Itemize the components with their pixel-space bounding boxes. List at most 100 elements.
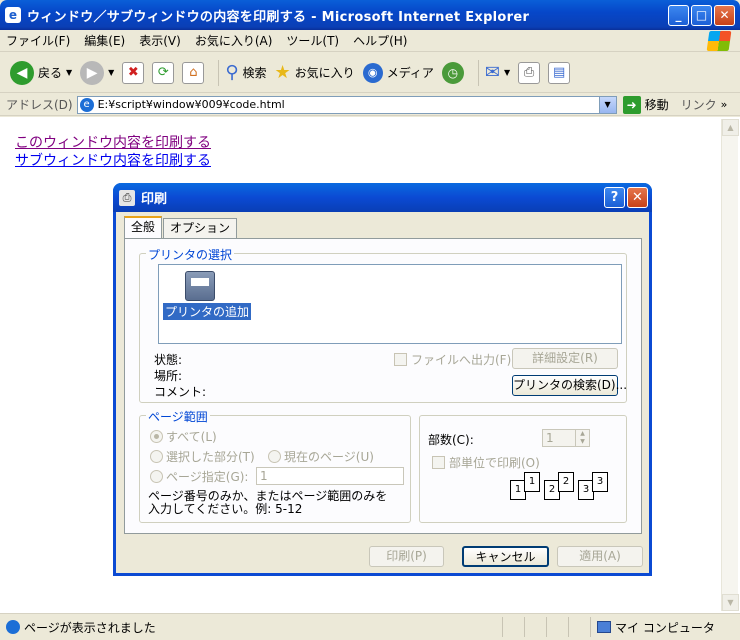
mail-button[interactable]: ✉ ▼ <box>485 62 510 83</box>
printer-select-group: プリンタの選択 プリンタの追加 状態: 場所: コメント: ファイルへ出力(F)… <box>139 246 627 403</box>
printer-select-legend: プリンタの選択 <box>146 246 235 263</box>
stop-button[interactable]: ✖ <box>122 61 145 84</box>
back-button[interactable]: ◀ 戻る ▼ <box>10 60 72 85</box>
search-icon: ⚲ <box>225 62 239 83</box>
tab-general[interactable]: 全般 <box>124 216 163 238</box>
menu-file[interactable]: ファイル(F) <box>6 32 70 49</box>
copies-label: 部数(C): <box>428 433 474 447</box>
find-printer-button[interactable]: プリンタの検索(D)... <box>512 375 627 396</box>
refresh-icon: ⟳ <box>152 61 175 84</box>
checkbox-box[interactable] <box>432 456 445 469</box>
spinner-arrows-icon[interactable]: ▲ ▼ <box>575 430 589 446</box>
radio-button[interactable] <box>268 450 281 463</box>
copies-group: 部数(C): 1 ▲ ▼ 部単位で印刷(O) 1 1 2 2 3 3 <box>419 415 627 523</box>
dialog-title-bar[interactable]: ⎙ 印刷 ? ✕ <box>113 183 652 212</box>
print-dialog-print-button[interactable]: 印刷(P) <box>369 546 444 567</box>
collate-checkbox[interactable]: 部単位で印刷(O) <box>432 454 540 471</box>
windows-logo-icon <box>706 31 732 51</box>
print-subwindow-link[interactable]: サブウィンドウ内容を印刷する <box>15 150 211 170</box>
range-all-radio[interactable]: すべて(L) <box>150 428 217 445</box>
radio-button[interactable] <box>150 450 163 463</box>
home-icon: ⌂ <box>182 61 205 84</box>
tab-panel-general: プリンタの選択 プリンタの追加 状態: 場所: コメント: ファイルへ出力(F)… <box>124 238 642 534</box>
preferences-button[interactable]: 詳細設定(R) <box>512 348 618 369</box>
printer-icon: ⎙ <box>119 189 135 206</box>
menu-view[interactable]: 表示(V) <box>139 32 181 49</box>
address-input[interactable]: e E:¥script¥window¥009¥code.html ▼ <box>76 95 617 114</box>
copies-value[interactable]: 1 <box>546 431 554 445</box>
print-dialog: ⎙ 印刷 ? ✕ 全般 オプション プリンタの選択 プリンタの追加 状態: 場所… <box>113 183 652 576</box>
copies-spinner[interactable]: 1 ▲ ▼ <box>542 429 590 447</box>
range-all-label: すべて(L) <box>166 430 217 444</box>
range-pages-label: ページ指定(G): <box>166 470 249 484</box>
add-printer-item[interactable]: プリンタの追加 <box>163 271 252 320</box>
vertical-scrollbar[interactable]: ▲ ▼ <box>721 119 739 611</box>
printer-icon: ⎙ <box>518 61 541 84</box>
status-cell <box>546 617 568 637</box>
security-zone: マイ コンピュータ <box>590 617 740 637</box>
maximize-button[interactable]: □ <box>691 4 712 26</box>
history-button[interactable]: ◷ <box>441 61 464 84</box>
back-dropdown-icon[interactable]: ▼ <box>66 68 72 77</box>
home-button[interactable]: ⌂ <box>182 61 205 84</box>
menu-help[interactable]: ヘルプ(H) <box>353 32 407 49</box>
radio-button[interactable] <box>150 470 163 483</box>
status-bar: ページが表示されました マイ コンピュータ <box>0 613 740 640</box>
radio-button[interactable] <box>150 430 163 443</box>
collate-label: 部単位で印刷(O) <box>449 456 540 470</box>
title-bar[interactable]: e ウィンドウ／サブウィンドウの内容を印刷する - Microsoft Inte… <box>0 0 740 30</box>
links-label[interactable]: リンク <box>681 96 717 113</box>
range-current-radio[interactable]: 現在のページ(U) <box>268 448 374 465</box>
back-arrow-icon: ◀ <box>10 60 34 85</box>
my-computer-icon <box>597 621 611 633</box>
pages-input[interactable]: 1 <box>256 467 404 485</box>
back-label: 戻る <box>38 66 63 80</box>
go-button[interactable]: ➜ 移動 <box>622 95 669 114</box>
window-title: ウィンドウ／サブウィンドウの内容を印刷する - Microsoft Intern… <box>27 9 530 25</box>
add-printer-icon <box>185 271 215 301</box>
forward-arrow-icon: ▶ <box>80 60 105 85</box>
edit-button[interactable]: ▤ <box>548 61 571 84</box>
edit-page-icon: ▤ <box>548 61 571 84</box>
address-dropdown-icon[interactable]: ▼ <box>598 96 616 113</box>
address-label: アドレス(D) <box>6 98 73 112</box>
menu-edit[interactable]: 編集(E) <box>84 32 125 49</box>
mail-dropdown-icon[interactable]: ▼ <box>504 68 510 77</box>
print-button[interactable]: ⎙ <box>518 61 541 84</box>
links-chevron-icon[interactable]: » <box>721 98 728 111</box>
collate-page: 1 <box>524 472 540 492</box>
range-pages-radio[interactable]: ページ指定(G): <box>150 468 248 485</box>
media-label: メディア <box>386 66 434 80</box>
menu-bar: ファイル(F) 編集(E) 表示(V) お気に入り(A) ツール(T) ヘルプ(… <box>0 30 740 52</box>
print-window-link[interactable]: このウィンドウ内容を印刷する <box>15 132 211 152</box>
address-url[interactable]: E:¥script¥window¥009¥code.html <box>98 98 599 111</box>
menu-tools[interactable]: ツール(T) <box>286 32 339 49</box>
refresh-button[interactable]: ⟳ <box>152 61 175 84</box>
forward-dropdown-icon[interactable]: ▼ <box>108 68 114 77</box>
media-button[interactable]: ◉ メディア <box>362 62 434 83</box>
forward-button[interactable]: ▶ ▼ <box>80 60 114 85</box>
page-range-group: ページ範囲 すべて(L) 選択した部分(T) 現在のページ(U) ページ指定(G… <box>139 408 411 523</box>
menu-favorites[interactable]: お気に入り(A) <box>195 32 273 49</box>
status-cell <box>568 617 590 637</box>
cancel-button[interactable]: キャンセル <box>462 546 549 567</box>
favorites-button[interactable]: ★ お気に入り <box>275 62 355 83</box>
help-button[interactable]: ? <box>604 187 625 208</box>
range-selection-radio[interactable]: 選択した部分(T) <box>150 448 255 465</box>
page-done-icon <box>6 620 20 634</box>
location-label: 場所: <box>154 369 183 383</box>
search-label: 検索 <box>242 66 267 80</box>
dialog-close-button[interactable]: ✕ <box>627 187 648 208</box>
tab-options[interactable]: オプション <box>163 218 238 238</box>
close-button[interactable]: ✕ <box>714 4 735 26</box>
apply-button[interactable]: 適用(A) <box>557 546 643 567</box>
scroll-down-icon[interactable]: ▼ <box>722 594 739 611</box>
printer-list[interactable]: プリンタの追加 <box>158 264 622 344</box>
print-to-file-checkbox[interactable]: ファイルへ出力(F) <box>394 351 511 368</box>
scroll-up-icon[interactable]: ▲ <box>722 119 739 136</box>
checkbox-box[interactable] <box>394 353 407 366</box>
minimize-button[interactable]: _ <box>668 4 689 26</box>
search-button[interactable]: ⚲ 検索 <box>225 62 266 83</box>
history-icon: ◷ <box>441 61 464 84</box>
toolbar-separator <box>477 59 479 86</box>
